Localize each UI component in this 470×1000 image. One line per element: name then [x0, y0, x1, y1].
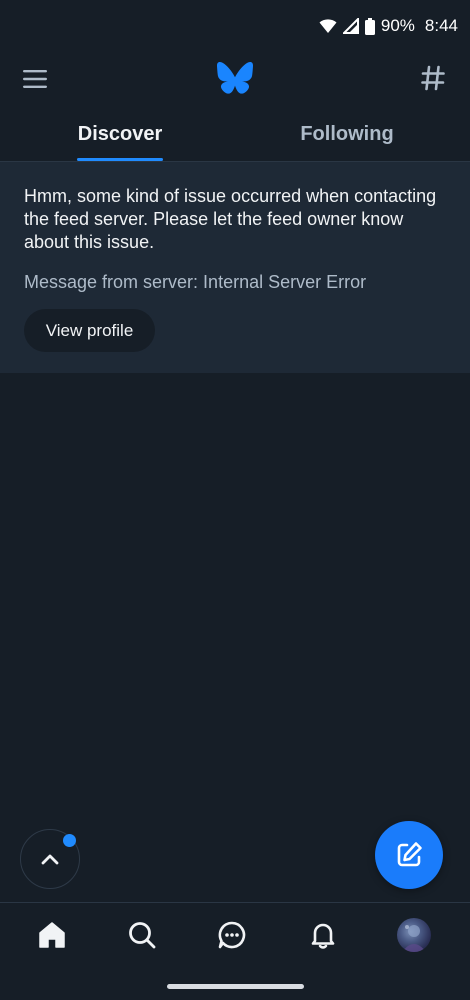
hamburger-menu-icon[interactable] — [22, 66, 48, 92]
home-icon[interactable] — [35, 918, 69, 952]
bell-icon[interactable] — [306, 918, 340, 952]
avatar[interactable] — [397, 918, 431, 952]
chat-icon[interactable] — [215, 918, 249, 952]
feed-tabs: Discover Following — [0, 108, 470, 162]
tab-following-label: Following — [300, 123, 394, 145]
butterfly-logo-icon[interactable] — [217, 62, 253, 94]
view-profile-button[interactable]: View profile — [24, 309, 155, 352]
tab-following[interactable]: Following — [232, 108, 462, 161]
system-home-indicator[interactable] — [167, 984, 304, 989]
bottom-navigation — [0, 902, 470, 973]
compose-pencil-icon — [397, 842, 422, 867]
avatar-image — [402, 925, 426, 952]
wifi-icon — [319, 18, 337, 34]
compose-post-button[interactable] — [375, 821, 443, 889]
app-screen: 90% 8:44 Discover Following Hmm, some ki… — [0, 0, 470, 1000]
tab-discover[interactable]: Discover — [0, 108, 240, 161]
chevron-up-icon — [41, 854, 59, 865]
hashtag-icon[interactable] — [420, 64, 446, 92]
feed-error-card: Hmm, some kind of issue occurred when co… — [0, 162, 470, 373]
cellular-signal-icon — [342, 18, 359, 34]
search-icon[interactable] — [125, 918, 159, 952]
battery-icon — [364, 17, 375, 35]
new-posts-dot — [63, 834, 76, 847]
active-tab-indicator — [77, 158, 163, 161]
status-bar: 90% 8:44 — [0, 0, 470, 52]
top-header — [0, 52, 470, 108]
error-message: Hmm, some kind of issue occurred when co… — [24, 186, 437, 252]
clock: 8:44 — [424, 16, 458, 35]
server-error-message: Message from server: Internal Server Err… — [24, 272, 367, 292]
battery-percentage: 90% — [380, 16, 415, 35]
tab-discover-label: Discover — [77, 123, 163, 145]
